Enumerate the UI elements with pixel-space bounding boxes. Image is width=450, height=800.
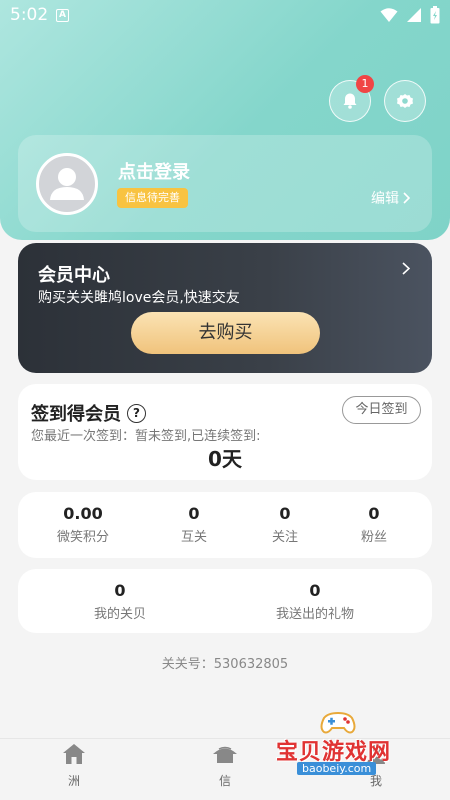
stat-fans[interactable]: 0 粉丝 [324, 504, 424, 545]
stat-value: 0 [188, 504, 200, 523]
today-signin-button[interactable]: 今日签到 [342, 396, 421, 424]
watermark: 宝贝游戏网 baobeiy.com [270, 710, 420, 780]
stat-following[interactable]: 0 关注 [235, 504, 335, 545]
edit-label: 编辑 [371, 191, 399, 207]
profile-card[interactable]: 点击登录 信息待完善 编辑 [18, 135, 432, 232]
stat-smile-points[interactable]: 0.00 微笑积分 [33, 504, 133, 545]
stat-value: 0 [309, 581, 321, 600]
settings-button[interactable] [384, 80, 426, 122]
buy-membership-button[interactable]: 去购买 [131, 312, 320, 354]
tab-messages[interactable]: 信 [185, 741, 265, 789]
tab-label: 洲 [67, 774, 80, 788]
tab-home[interactable]: 洲 [34, 741, 114, 789]
stat-value: 0.00 [63, 504, 103, 523]
vip-subtitle: 购买关关雎鸠love会员,快速交友 [38, 290, 240, 306]
account-id: 关关号：530632805 [161, 657, 289, 672]
signin-description: 您最近一次签到：暂未签到,已连续签到: [31, 429, 261, 444]
signal-icon [407, 8, 421, 22]
stat-value: 0 [279, 504, 291, 523]
status-bar: 5:02 A [0, 0, 450, 32]
battery-icon [430, 6, 440, 24]
tab-label: 信 [218, 774, 231, 788]
vip-title: 会员中心 [38, 265, 110, 286]
message-icon [213, 746, 237, 763]
chevron-right-icon[interactable] [402, 262, 410, 275]
avatar[interactable] [36, 153, 98, 215]
stat-label: 我的关贝 [93, 607, 146, 622]
login-prompt[interactable]: 点击登录 [118, 158, 190, 184]
signin-days: 0天 [208, 447, 242, 471]
status-time: 5:02 [10, 5, 49, 25]
stat-label: 互关 [180, 530, 207, 545]
notification-button[interactable]: 1 [329, 75, 374, 122]
stat-value: 0 [114, 581, 126, 600]
signin-title: 签到得会员 [31, 404, 121, 425]
default-avatar-icon [50, 168, 84, 200]
watermark-url: baobeiy.com [297, 762, 377, 775]
edit-profile-link[interactable]: 编辑 [371, 188, 410, 208]
wifi-icon [380, 8, 398, 22]
info-incomplete-tag: 信息待完善 [117, 188, 188, 208]
stat-mutual-follow[interactable]: 0 互关 [144, 504, 244, 545]
help-icon[interactable]: ? [127, 403, 146, 423]
chevron-right-icon [403, 192, 410, 204]
stat-label: 微笑积分 [56, 530, 109, 545]
a-notification-icon: A [56, 9, 69, 22]
stat-value: 0 [368, 504, 380, 523]
notification-badge: 1 [356, 75, 374, 93]
stats-card: 0.00 微笑积分 0 互关 0 关注 0 粉丝 [18, 492, 432, 558]
stat-label: 我送出的礼物 [275, 607, 354, 622]
signin-card: 签到得会员 ? 今日签到 您最近一次签到：暂未签到,已连续签到: 0天 [18, 384, 432, 480]
home-icon [63, 744, 85, 764]
gamepad-icon [320, 711, 356, 734]
stat-label: 粉丝 [360, 530, 387, 545]
stat-my-guanbei[interactable]: 0 我的关贝 [70, 581, 170, 622]
gifts-card: 0 我的关贝 0 我送出的礼物 [18, 569, 432, 633]
gear-icon [397, 94, 413, 108]
status-icons [380, 6, 440, 24]
vip-center-card[interactable]: 会员中心 购买关关雎鸠love会员,快速交友 去购买 [18, 243, 432, 373]
signin-heading: 签到得会员 ? [31, 400, 146, 426]
stat-label: 关注 [271, 530, 298, 545]
stat-gifts-sent[interactable]: 0 我送出的礼物 [255, 581, 375, 622]
bell-icon [343, 93, 357, 109]
